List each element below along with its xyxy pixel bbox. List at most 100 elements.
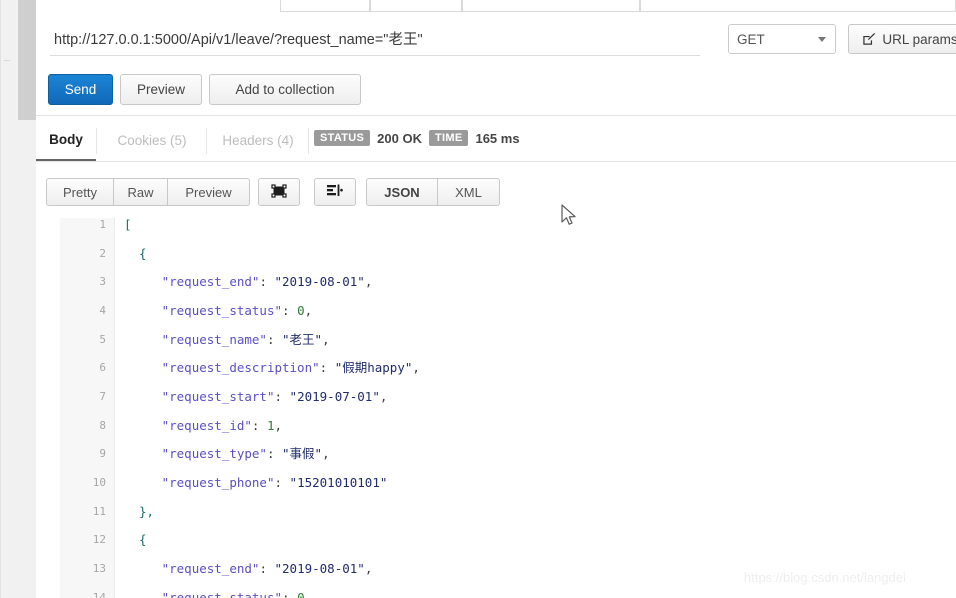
request-tab[interactable]: [280, 0, 370, 12]
format-xml-label: XML: [455, 184, 482, 200]
code-text: "request_description": "假期happy",: [162, 361, 420, 375]
code-line: 6 "request_description": "假期happy",: [36, 361, 956, 375]
preview-button[interactable]: Preview: [120, 74, 202, 105]
window-left-gutter-shade: [18, 0, 36, 120]
align-indent-icon: [326, 183, 344, 202]
format-xml-button[interactable]: XML: [438, 178, 500, 206]
code-token: :: [251, 417, 267, 433]
code-text: "request_name": "老王",: [161, 331, 330, 347]
tab-cookies[interactable]: Cookies (5): [98, 120, 206, 161]
request-tab[interactable]: [462, 0, 640, 12]
format-pretty-label: Pretty: [63, 184, 97, 200]
code-line: 7 "request_start": "2019-07-01",: [36, 388, 956, 404]
code-text: {: [139, 533, 147, 547]
code-token: "假期happy": [334, 360, 413, 376]
tab-separator: [308, 128, 309, 154]
add-to-collection-button[interactable]: Add to collection: [209, 74, 361, 105]
code-token: :: [266, 331, 283, 347]
edit-square-icon: [862, 32, 876, 46]
send-button-label: Send: [64, 82, 97, 97]
add-to-collection-label: Add to collection: [235, 82, 335, 97]
code-text: {: [139, 246, 147, 261]
tab-headers[interactable]: Headers (4): [208, 120, 308, 161]
code-token: "request_id": [161, 417, 252, 433]
format-raw-label: Raw: [127, 184, 154, 200]
format-raw-button[interactable]: Raw: [114, 178, 168, 206]
code-token: "2019-07-01": [289, 388, 380, 404]
code-token: "老王": [282, 331, 323, 347]
code-text: },: [139, 503, 155, 519]
code-token: ,: [364, 560, 373, 576]
request-action-bar: Send Preview Add to collection: [36, 68, 956, 112]
line-number: 6: [99, 361, 106, 375]
format-json-label: JSON: [384, 184, 420, 200]
code-token: :: [259, 274, 275, 290]
code-token: "request_name": [161, 331, 267, 347]
send-button[interactable]: Send: [48, 74, 113, 105]
code-token: 0: [297, 589, 305, 598]
line-number: 11: [92, 504, 106, 518]
window-left-edge-line: [0, 0, 1, 598]
code-text: "request_end": "2019-08-01",: [162, 275, 373, 289]
code-text: "request_id": 1,: [161, 417, 282, 433]
code-line: 1[: [36, 218, 956, 232]
code-token: "request_end": [161, 560, 260, 576]
line-number: 13: [92, 561, 106, 575]
code-token: ,: [304, 589, 313, 598]
code-text: "request_phone": "15201010101": [162, 475, 388, 490]
code-token: ,: [364, 274, 373, 290]
tab-body-label: Body: [49, 132, 83, 147]
url-params-button[interactable]: URL params: [848, 24, 956, 54]
code-line: 11},: [36, 503, 956, 519]
code-token: {: [139, 532, 147, 548]
code-token: ,: [304, 302, 313, 318]
code-line: 10 "request_phone": "15201010101": [36, 475, 956, 490]
code-token: "request_end": [161, 274, 260, 290]
code-lines: 1[2{3 "request_end": "2019-08-01", 4 "reque…: [36, 218, 956, 598]
indent-button[interactable]: [314, 178, 356, 206]
status-value: 200 OK: [377, 130, 422, 146]
preview-button-label: Preview: [136, 82, 185, 97]
section-divider: [36, 115, 956, 116]
tab-headers-label: Headers (4): [222, 133, 294, 148]
code-token: },: [139, 503, 155, 519]
code-token: ,: [322, 446, 330, 462]
code-token: "request_status": [161, 302, 283, 318]
fullscreen-button[interactable]: [258, 178, 300, 206]
line-number: 2: [99, 246, 106, 260]
url-bar: GET URL params: [36, 16, 956, 66]
line-number: 3: [99, 275, 106, 289]
code-token: :: [319, 360, 335, 376]
code-text: "request_type": "事假",: [162, 447, 330, 461]
code-token: "request_status": [161, 589, 283, 598]
code-token: "request_type": [161, 446, 267, 462]
http-method-select[interactable]: GET: [728, 24, 836, 54]
code-line: 2{: [36, 246, 956, 261]
code-token: "2019-08-01": [274, 560, 365, 576]
code-line: 9 "request_type": "事假",: [36, 447, 956, 461]
http-method-value: GET: [737, 31, 765, 47]
request-tab-strip: [36, 0, 956, 14]
code-token: [: [124, 218, 132, 232]
request-tab[interactable]: [640, 0, 956, 12]
code-text: "request_status": 0,: [161, 302, 313, 318]
tab-separator: [96, 128, 97, 154]
code-line: 14 "request_status": 0,: [36, 589, 956, 598]
url-input[interactable]: [50, 22, 700, 56]
request-tab[interactable]: [370, 0, 462, 12]
code-line: 4 "request_status": 0,: [36, 302, 956, 318]
code-token: "2019-08-01": [274, 274, 365, 290]
format-json-button[interactable]: JSON: [366, 178, 438, 206]
response-body-viewer[interactable]: 1[2{3 "request_end": "2019-08-01", 4 "reque…: [36, 218, 956, 598]
code-line: 3 "request_end": "2019-08-01",: [36, 275, 956, 289]
code-token: "request_description": [161, 360, 320, 376]
line-number: 8: [99, 418, 106, 432]
format-pretty-button[interactable]: Pretty: [46, 178, 114, 206]
status-badge: STATUS: [314, 130, 371, 146]
line-number: 10: [92, 475, 106, 489]
format-preview-label: Preview: [185, 184, 232, 200]
fullscreen-icon: [271, 183, 287, 202]
code-token: :: [282, 302, 298, 318]
tab-body[interactable]: Body: [36, 120, 96, 161]
format-preview-button[interactable]: Preview: [168, 178, 250, 206]
